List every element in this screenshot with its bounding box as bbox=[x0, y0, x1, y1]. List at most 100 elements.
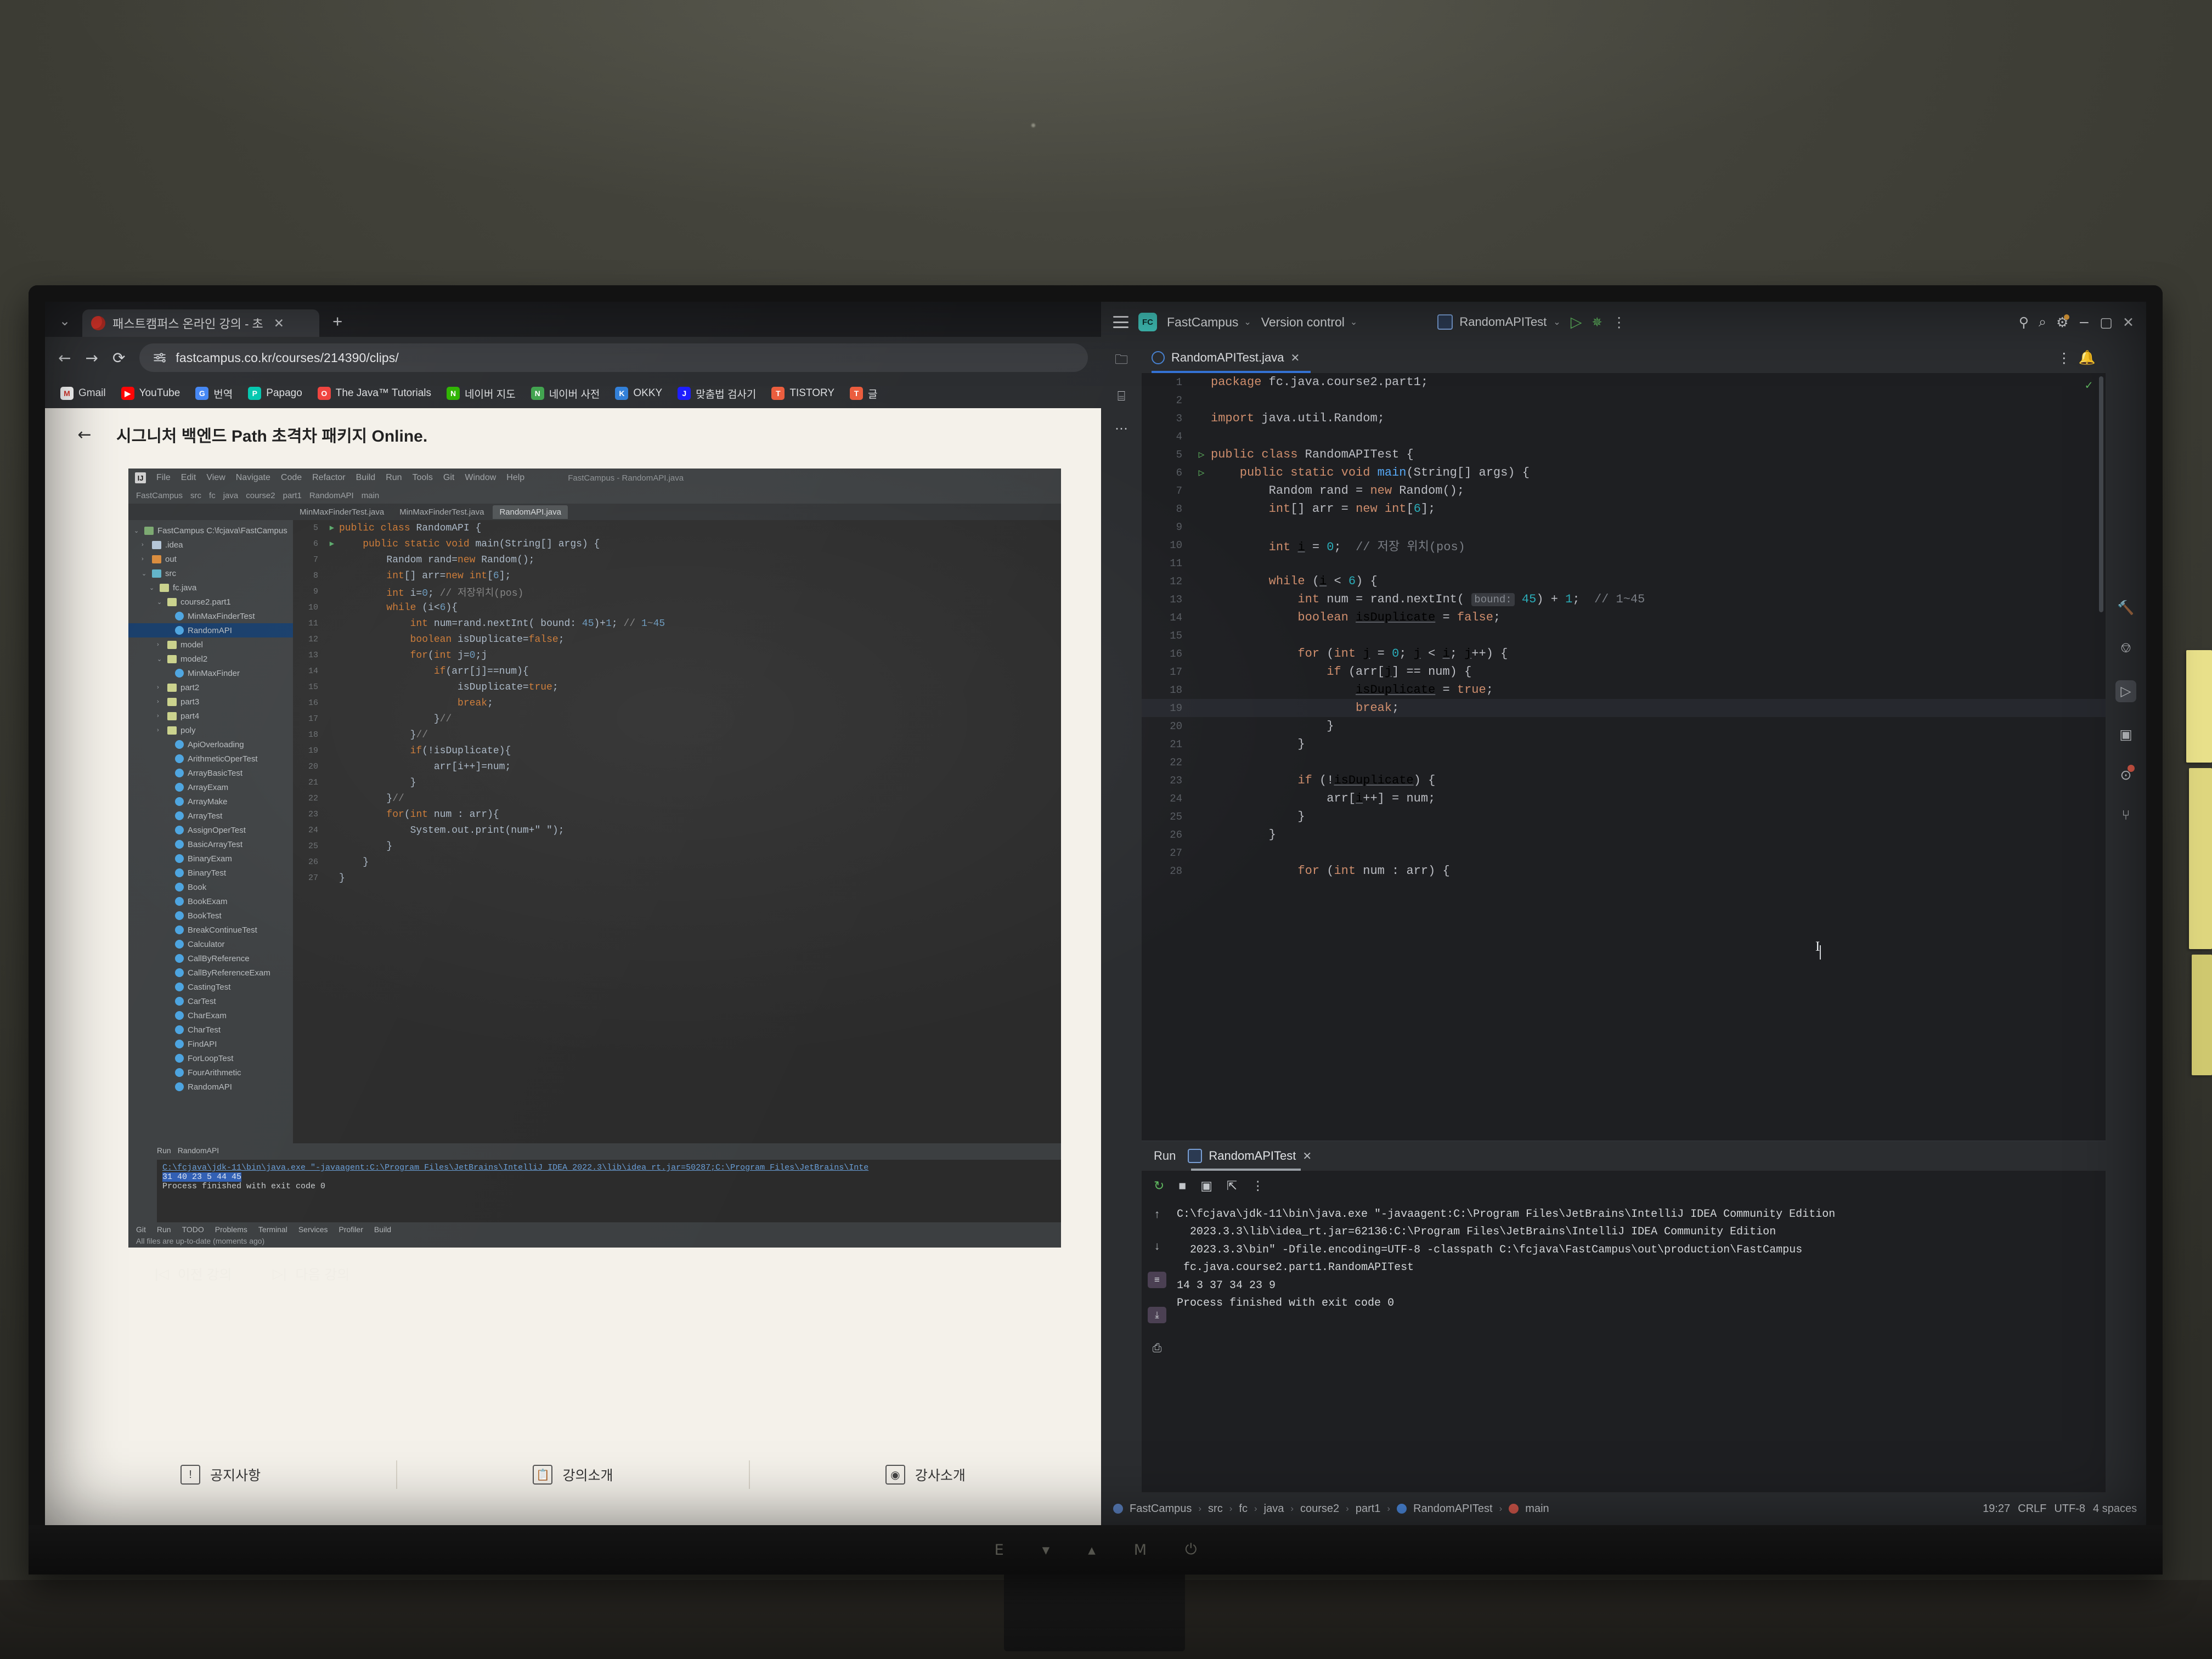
address-bar[interactable]: fastcampus.co.kr/courses/214390/clips/ bbox=[139, 343, 1088, 372]
gutter-icon[interactable]: ▷ bbox=[1192, 467, 1211, 479]
stop-icon[interactable]: ■ bbox=[1178, 1178, 1186, 1193]
video-tree-node[interactable]: AssignOperTest bbox=[128, 823, 293, 837]
video-tree-node[interactable]: ArithmeticOperTest bbox=[128, 752, 293, 766]
maximize-button[interactable]: ▢ bbox=[2100, 314, 2113, 330]
browser-tab[interactable]: 패스트캠퍼스 온라인 강의 - 초 ✕ bbox=[82, 309, 320, 337]
more-tools-icon[interactable]: ⋯ bbox=[1115, 421, 1128, 437]
editor-tab-randomapitest[interactable]: RandomAPITest.java ✕ bbox=[1152, 351, 1300, 365]
video-status-tool[interactable]: Terminal bbox=[258, 1225, 287, 1234]
video-editor-tab[interactable]: MinMaxFinderTest.java bbox=[393, 505, 490, 519]
video-menu-item[interactable]: Edit bbox=[181, 473, 196, 483]
breadcrumb-item[interactable]: java bbox=[1264, 1503, 1284, 1515]
close-icon[interactable]: ✕ bbox=[274, 316, 284, 331]
scroll-down-icon[interactable]: ↓ bbox=[1154, 1240, 1160, 1253]
structure-icon[interactable]: ⌸ bbox=[1118, 389, 1125, 404]
run-icon[interactable]: ▷ bbox=[1571, 314, 1582, 331]
export-icon[interactable]: ⇱ bbox=[1227, 1178, 1237, 1193]
back-icon[interactable]: ← bbox=[58, 349, 71, 367]
video-breadcrumb-item[interactable]: java bbox=[223, 491, 239, 500]
video-menu-item[interactable]: Help bbox=[506, 473, 524, 483]
file-encoding[interactable]: UTF-8 bbox=[2054, 1503, 2085, 1515]
video-menu-item[interactable]: Code bbox=[281, 473, 302, 483]
video-status-tool[interactable]: Services bbox=[298, 1225, 328, 1234]
video-breadcrumb-item[interactable]: FastCampus bbox=[136, 491, 183, 500]
main-menu-icon[interactable] bbox=[1113, 316, 1128, 328]
video-tree-node[interactable]: › poly bbox=[128, 723, 293, 737]
monitor-osd-button[interactable]: ⏻ bbox=[1185, 1541, 1197, 1559]
video-menu-item[interactable]: Run bbox=[386, 473, 402, 483]
video-status-tool[interactable]: TODO bbox=[182, 1225, 204, 1234]
tree-expand-icon[interactable]: › bbox=[157, 684, 163, 691]
account-icon[interactable]: ⚲ bbox=[2019, 314, 2029, 330]
run-more-icon[interactable]: ⋮ bbox=[1251, 1178, 1264, 1193]
forward-icon[interactable]: → bbox=[85, 349, 98, 367]
video-tree-node[interactable]: CharExam bbox=[128, 1008, 293, 1023]
version-control-button[interactable]: Version control ⌄ bbox=[1261, 315, 1358, 330]
project-name-button[interactable]: FastCampus ⌄ bbox=[1167, 315, 1251, 330]
video-menu-item[interactable]: Refactor bbox=[312, 473, 345, 483]
terminal-icon[interactable]: ▣ bbox=[2119, 726, 2132, 743]
camera-icon[interactable]: ▣ bbox=[1200, 1178, 1212, 1193]
page-settings-icon[interactable] bbox=[153, 351, 167, 365]
run-configuration-selector[interactable]: RandomAPITest ⌄ bbox=[1437, 314, 1561, 330]
bookmark-item[interactable]: T글 bbox=[844, 386, 883, 401]
video-tree-node[interactable]: Book bbox=[128, 880, 293, 894]
breadcrumb-item[interactable]: src bbox=[1208, 1503, 1223, 1515]
video-tree-node[interactable]: BookTest bbox=[128, 909, 293, 923]
soft-wrap-icon[interactable]: ≡ bbox=[1148, 1272, 1166, 1288]
video-tree-node[interactable]: RandomAPI bbox=[128, 623, 293, 637]
video-status-tool[interactable]: Profiler bbox=[339, 1225, 363, 1234]
video-tree-node[interactable]: BasicArrayTest bbox=[128, 837, 293, 851]
bookmark-item[interactable]: N 네이버 사전 bbox=[526, 386, 606, 401]
video-gutter-icon[interactable]: ▶ bbox=[325, 539, 339, 549]
scroll-to-end-icon[interactable]: ⤓ bbox=[1148, 1307, 1166, 1323]
scroll-up-icon[interactable]: ↑ bbox=[1154, 1208, 1160, 1221]
caret-position[interactable]: 19:27 bbox=[1983, 1503, 2010, 1515]
video-tree-node[interactable]: ⌄ fc.java bbox=[128, 580, 293, 595]
video-player[interactable]: IJ File Edit View Navigate Code Refactor Build… bbox=[128, 469, 1061, 1248]
video-menu-item[interactable]: View bbox=[206, 473, 225, 483]
bookmark-item[interactable]: J 맞춤법 검사기 bbox=[672, 386, 761, 401]
video-tree-node[interactable]: ⌄ FastCampus C:\fcjava\FastCampus bbox=[128, 523, 293, 538]
video-tree-node[interactable]: ⌄ model2 bbox=[128, 652, 293, 666]
editor-options-icon[interactable]: ⋮ bbox=[2057, 350, 2071, 366]
bookmark-item[interactable]: N 네이버 지도 bbox=[441, 386, 521, 401]
video-breadcrumb-item[interactable]: part1 bbox=[283, 491, 302, 500]
video-tree-node[interactable]: ArrayExam bbox=[128, 780, 293, 794]
editor-scrollbar[interactable] bbox=[2099, 376, 2103, 612]
video-tree-node[interactable]: CharTest bbox=[128, 1023, 293, 1037]
video-menu-item[interactable]: Window bbox=[465, 473, 496, 483]
code-editor[interactable]: ✓ I 1 package fc.java.course2.part1; 2 3 imp… bbox=[1142, 373, 2106, 1141]
video-tree-node[interactable]: MinMaxFinderTest bbox=[128, 609, 293, 623]
tree-expand-icon[interactable]: ⌄ bbox=[134, 527, 140, 534]
video-tree-node[interactable]: ArrayBasicTest bbox=[128, 766, 293, 780]
video-tree-node[interactable]: BinaryTest bbox=[128, 866, 293, 880]
video-tree-node[interactable]: CastingTest bbox=[128, 980, 293, 994]
bookmark-item[interactable]: P Papago bbox=[242, 387, 308, 400]
video-status-tool[interactable]: Git bbox=[136, 1225, 146, 1234]
new-tab-button[interactable]: + bbox=[323, 312, 352, 337]
breadcrumb-item[interactable]: fc bbox=[1239, 1503, 1248, 1515]
monitor-osd-button[interactable]: ▾ bbox=[1042, 1542, 1050, 1559]
tree-expand-icon[interactable]: ⌄ bbox=[157, 599, 163, 606]
video-tree-node[interactable]: ⌄ src bbox=[128, 566, 293, 580]
video-menu-item[interactable]: File bbox=[156, 473, 171, 483]
settings-icon[interactable]: ⚙ bbox=[2056, 314, 2070, 330]
debug-icon[interactable]: ✵ bbox=[1592, 315, 1602, 330]
breadcrumb-item[interactable]: RandomAPITest bbox=[1413, 1503, 1493, 1515]
video-menu-item[interactable]: Git bbox=[443, 473, 454, 483]
run-tool-icon[interactable]: ▷ bbox=[2115, 680, 2136, 702]
breadcrumb-item[interactable]: course2 bbox=[1300, 1503, 1339, 1515]
video-tree-node[interactable]: Calculator bbox=[128, 937, 293, 951]
video-breadcrumb-item[interactable]: course2 bbox=[246, 491, 275, 500]
video-tree-node[interactable]: CallByReference bbox=[128, 951, 293, 966]
video-tree-node[interactable]: CarTest bbox=[128, 994, 293, 1008]
services-icon[interactable]: ⎊ bbox=[2120, 640, 2131, 656]
monitor-osd-button[interactable]: E bbox=[995, 1542, 1004, 1559]
tree-expand-icon[interactable]: ⌄ bbox=[142, 570, 148, 577]
video-editor-tab[interactable]: MinMaxFinderTest.java bbox=[293, 505, 391, 519]
bookmark-item[interactable]: K OKKY bbox=[610, 387, 668, 400]
video-tree-node[interactable]: FourArithmetic bbox=[128, 1065, 293, 1080]
gutter-icon[interactable]: ▷ bbox=[1192, 449, 1211, 461]
project-view-icon[interactable]: 🗀 bbox=[1115, 350, 1128, 373]
